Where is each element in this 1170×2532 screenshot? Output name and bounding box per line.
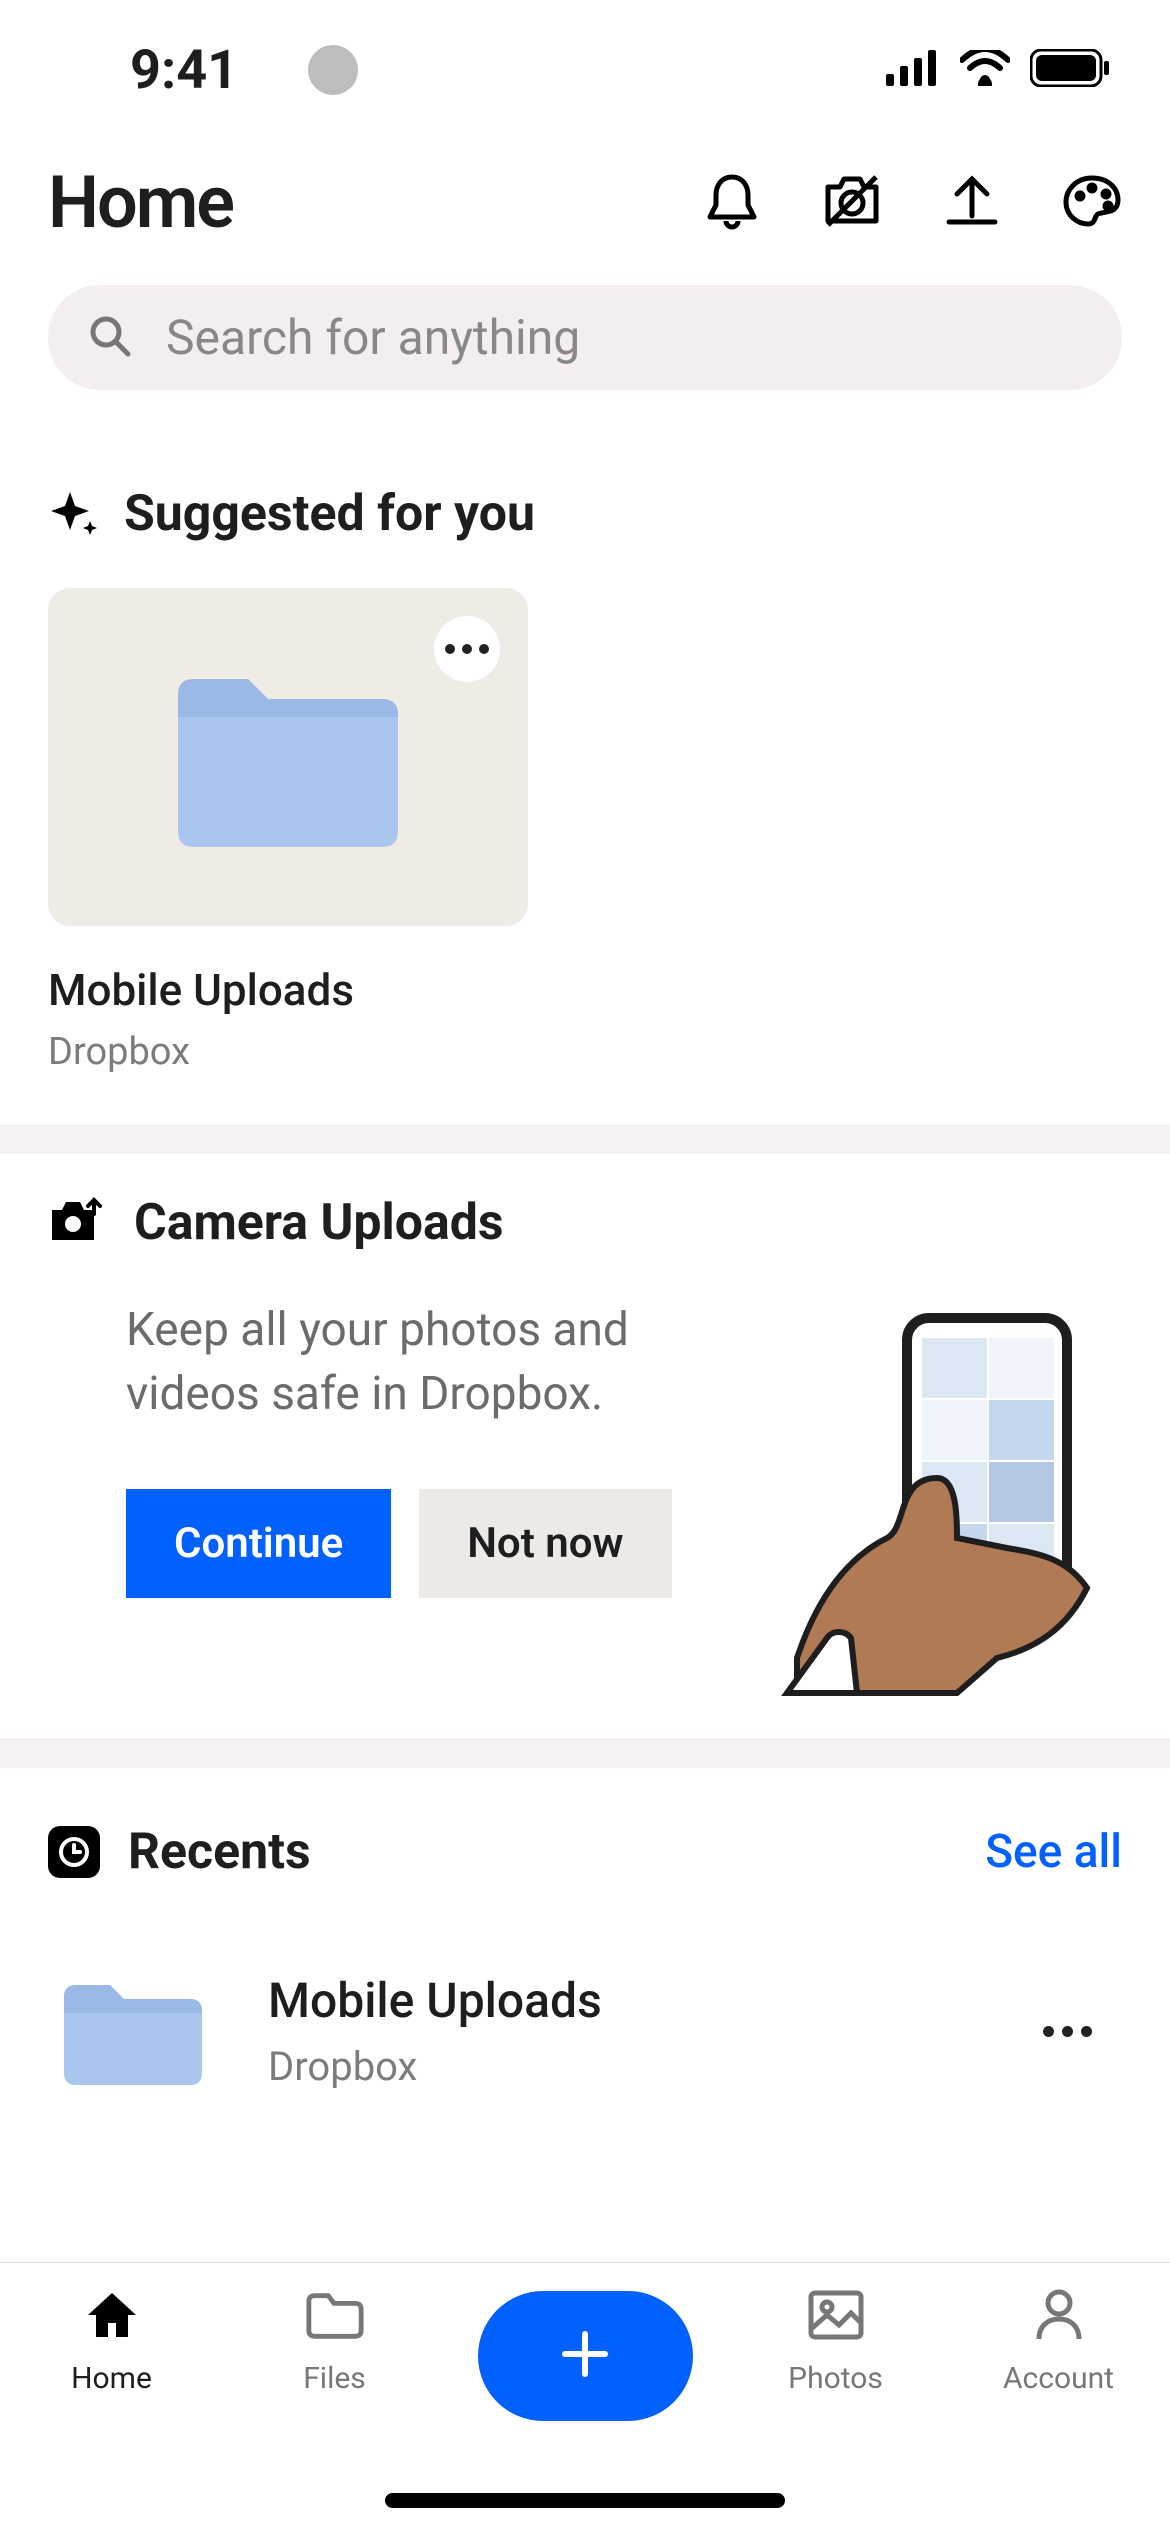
tab-label: Photos xyxy=(788,2361,883,2396)
recent-item-sub: Dropbox xyxy=(268,2043,963,2090)
cellular-icon xyxy=(886,50,940,90)
camera-uploads-description: Keep all your photos and videos safe in … xyxy=(126,1298,712,1427)
tab-bar: Home Files Photos Account xyxy=(0,2262,1170,2532)
search-input[interactable]: Search for anything xyxy=(48,285,1122,390)
suggested-card[interactable]: Mobile Uploads Dropbox xyxy=(48,588,528,1074)
recent-item-more-button[interactable] xyxy=(1023,2006,1112,2057)
tab-label: Account xyxy=(1003,2361,1114,2396)
plus-icon xyxy=(555,2324,615,2388)
suggested-section-header: Suggested for you xyxy=(0,430,1170,578)
camera-upload-icon xyxy=(48,1196,104,1250)
account-icon xyxy=(1029,2285,1089,2345)
clock-icon xyxy=(48,1826,100,1878)
tab-files[interactable]: Files xyxy=(255,2285,415,2396)
suggested-card-name: Mobile Uploads xyxy=(48,964,528,1016)
home-icon xyxy=(82,2285,142,2345)
recent-item-name: Mobile Uploads xyxy=(268,1972,963,2029)
tab-label: Files xyxy=(303,2361,366,2396)
appearance-button[interactable] xyxy=(1062,173,1122,233)
search-icon xyxy=(88,314,132,362)
recent-item[interactable]: Mobile Uploads Dropbox xyxy=(48,1941,1122,2121)
status-time: 9:41 xyxy=(130,39,238,102)
status-recording-dot xyxy=(308,45,358,95)
status-bar: 9:41 xyxy=(0,0,1170,140)
continue-button[interactable]: Continue xyxy=(126,1489,391,1598)
suggested-card-thumbnail xyxy=(48,588,528,926)
camera-off-button[interactable] xyxy=(822,173,882,233)
folder-icon xyxy=(168,655,408,859)
tab-home[interactable]: Home xyxy=(32,2285,192,2396)
folder-icon xyxy=(58,1971,208,2091)
tab-photos[interactable]: Photos xyxy=(756,2285,916,2396)
notifications-button[interactable] xyxy=(702,173,762,233)
recents-section-header: Recents See all xyxy=(0,1768,1170,1911)
suggested-card-sub: Dropbox xyxy=(48,1030,528,1074)
palette-icon xyxy=(1062,174,1122,232)
hand-holding-phone-illustration xyxy=(752,1298,1122,1678)
camera-off-icon xyxy=(820,173,884,233)
divider xyxy=(0,1738,1170,1768)
header: Home xyxy=(0,140,1170,275)
photo-icon xyxy=(806,2285,866,2345)
bell-icon xyxy=(704,171,760,235)
suggested-card-more-button[interactable] xyxy=(434,616,500,682)
tab-label: Home xyxy=(71,2361,152,2396)
search-placeholder: Search for anything xyxy=(166,309,580,366)
recents-title: Recents xyxy=(128,1823,311,1881)
see-all-link[interactable]: See all xyxy=(985,1825,1122,1879)
wifi-icon xyxy=(960,50,1010,90)
tab-account[interactable]: Account xyxy=(979,2285,1139,2396)
not-now-button[interactable]: Not now xyxy=(419,1489,671,1598)
camera-uploads-card: Camera Uploads Keep all your photos and … xyxy=(0,1154,1170,1738)
divider xyxy=(0,1124,1170,1154)
fab-add-button[interactable] xyxy=(478,2285,693,2421)
sparkle-icon xyxy=(48,488,100,540)
suggested-title: Suggested for you xyxy=(124,485,535,543)
upload-button[interactable] xyxy=(942,173,1002,233)
battery-icon xyxy=(1030,49,1110,91)
page-title: Home xyxy=(48,160,233,245)
folder-outline-icon xyxy=(305,2285,365,2345)
home-indicator xyxy=(385,2493,785,2508)
camera-uploads-title: Camera Uploads xyxy=(134,1194,504,1252)
upload-icon xyxy=(943,172,1001,234)
